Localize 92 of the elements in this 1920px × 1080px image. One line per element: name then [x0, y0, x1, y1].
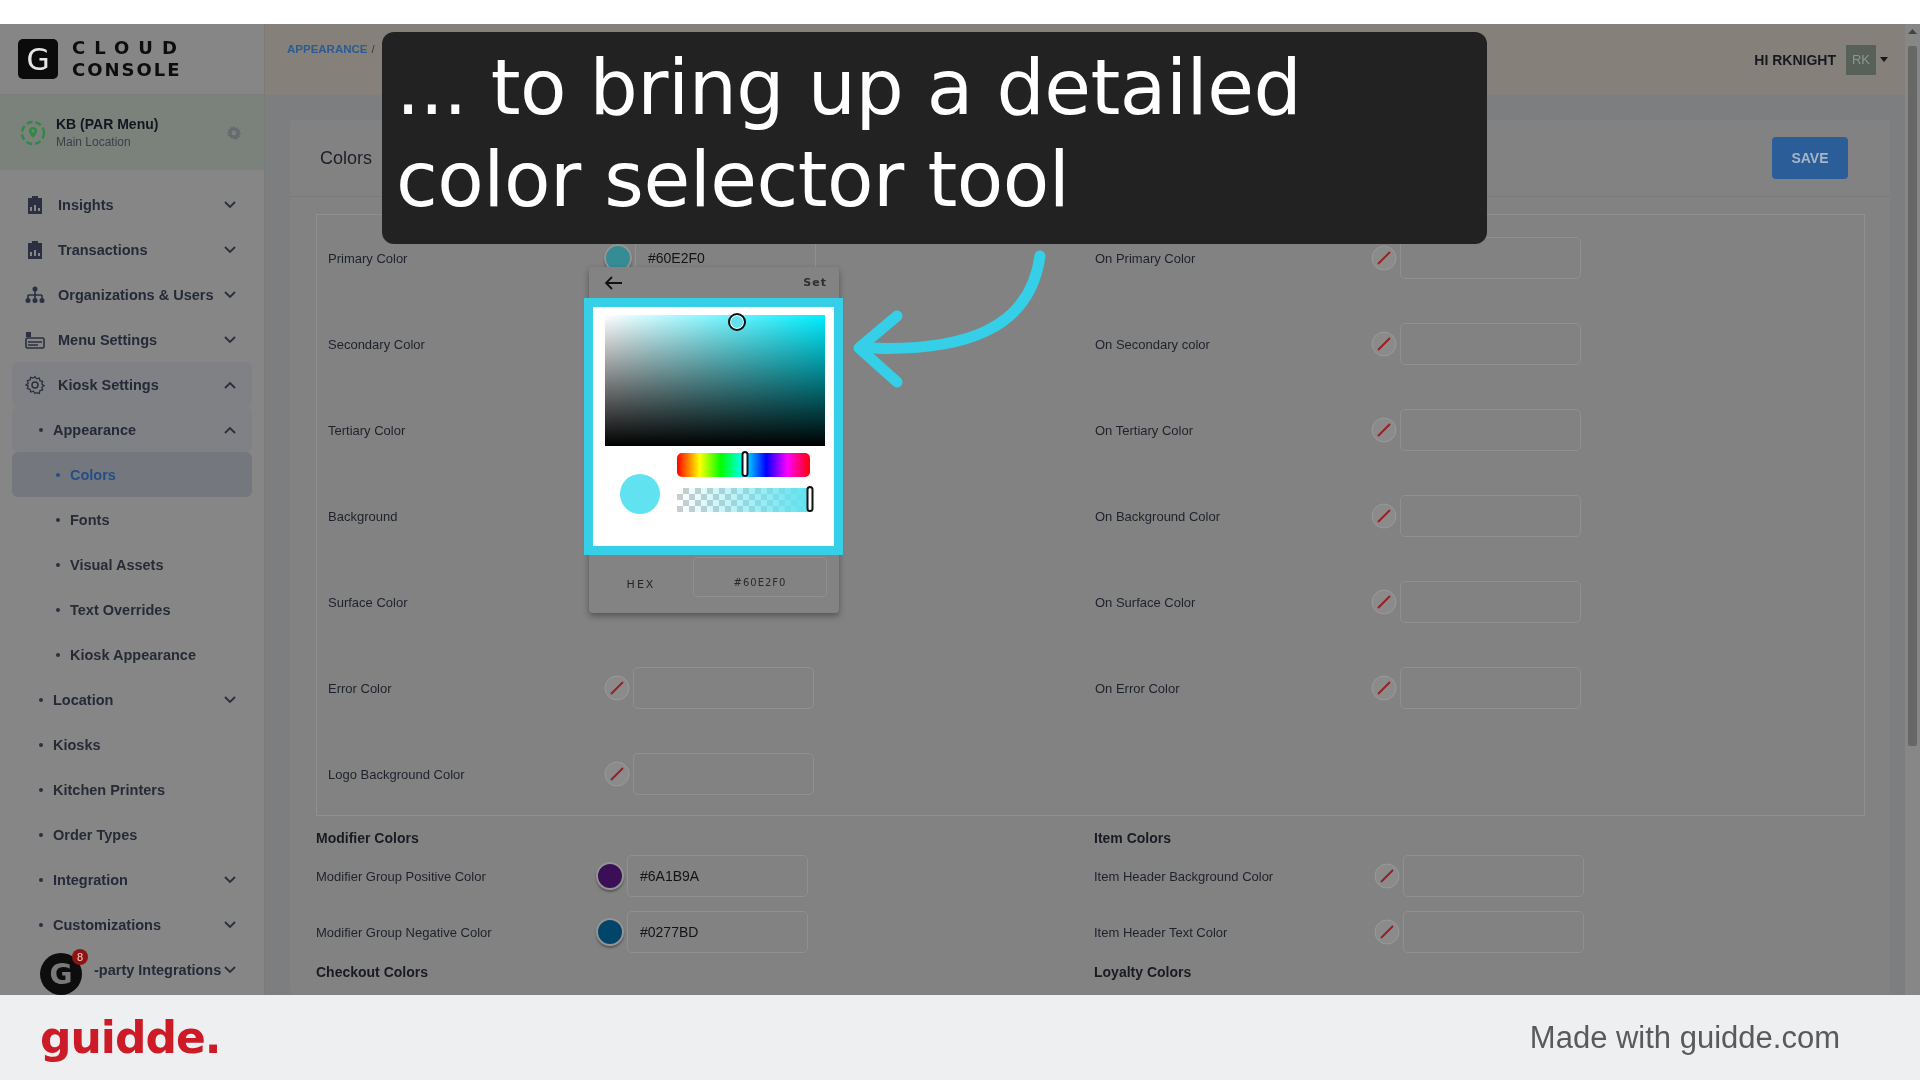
no-color-swatch[interactable]	[1371, 331, 1397, 357]
sidebar-item[interactable]: Kiosk Settings	[12, 362, 252, 407]
breadcrumb-separator: /	[371, 42, 375, 55]
no-color-swatch[interactable]	[1374, 863, 1400, 889]
field-label: Modifier Group Negative Color	[316, 924, 493, 940]
field-label: On Tertiary Color	[1095, 422, 1194, 438]
logo-text: CLOUD	[72, 37, 186, 59]
sidebar-item[interactable]: Transactions	[12, 227, 252, 272]
no-color-swatch[interactable]	[604, 675, 630, 701]
save-button[interactable]: SAVE	[1772, 137, 1848, 179]
field-label: Error Color	[328, 680, 393, 696]
sidebar-item[interactable]: Kitchen Printers	[12, 767, 252, 812]
saturation-plane[interactable]	[605, 315, 825, 446]
report-icon	[26, 194, 44, 215]
field-label: Primary Color	[328, 250, 409, 266]
field-label: Item Header Text Color	[1094, 924, 1229, 940]
slider-thumb[interactable]	[741, 451, 749, 477]
sidebar-item[interactable]: Visual Assets	[12, 542, 252, 587]
bullet-icon	[39, 832, 43, 837]
color-input[interactable]: #0277BD	[627, 911, 808, 953]
no-color-swatch[interactable]	[604, 761, 630, 787]
field-label: On Background Color	[1095, 508, 1221, 524]
sidebar-item[interactable]: Kiosk Appearance	[12, 632, 252, 677]
sidebar-item[interactable]: Customizations	[12, 902, 252, 947]
location-pin-icon	[20, 119, 46, 146]
logo-text: CONSOLE	[72, 59, 183, 81]
section-title: Checkout Colors	[316, 963, 429, 982]
no-color-swatch[interactable]	[1371, 417, 1397, 443]
report-icon	[26, 239, 44, 260]
sidebar-item[interactable]: Organizations & Users	[12, 272, 252, 317]
sidebar-item[interactable]: -party Integrations	[90, 947, 252, 992]
field-label: Item Header Background Color	[1094, 868, 1275, 884]
back-arrow-icon[interactable]	[605, 275, 623, 290]
caret-icon[interactable]	[1880, 57, 1888, 62]
hue-slider[interactable]	[677, 453, 810, 477]
section-title: Loyalty Colors	[1094, 963, 1193, 982]
sidebar-item[interactable]: Fonts	[12, 497, 252, 542]
field-label: On Secondary color	[1095, 336, 1211, 352]
sidebar-item[interactable]: Kiosks	[12, 722, 252, 767]
no-color-swatch[interactable]	[1371, 245, 1397, 271]
no-color-swatch[interactable]	[1374, 919, 1400, 945]
card-icon	[25, 330, 45, 349]
hierarchy-icon	[25, 285, 45, 304]
color-swatch[interactable]	[596, 862, 624, 890]
logo-mark: G	[18, 39, 58, 79]
slider-thumb[interactable]	[806, 486, 814, 512]
sidebar-item[interactable]: Order Types	[12, 812, 252, 857]
section-title: Modifier Colors	[316, 829, 420, 848]
location-subtitle: Main Location	[56, 135, 132, 149]
picker-cursor[interactable]	[728, 313, 746, 331]
section-title: Item Colors	[1094, 829, 1172, 848]
field-label: On Primary Color	[1095, 250, 1197, 266]
field-label: Tertiary Color	[328, 422, 407, 438]
field-label: Modifier Group Positive Color	[316, 868, 487, 884]
bullet-icon	[56, 472, 60, 477]
field-label: Logo Background Color	[328, 766, 466, 782]
bullet-icon	[39, 697, 43, 702]
field-label: Surface Color	[328, 594, 409, 610]
sidebar-item[interactable]: Location	[12, 677, 252, 722]
field-label: On Error Color	[1095, 680, 1181, 696]
user-greeting: HI RKNIGHT	[1754, 51, 1836, 68]
no-color-swatch[interactable]	[1371, 675, 1397, 701]
bullet-icon	[39, 877, 43, 882]
bullet-icon	[56, 607, 60, 612]
color-swatch[interactable]	[596, 918, 624, 946]
footer-note: Made with guidde.com	[1529, 1019, 1840, 1056]
sidebar-item[interactable]: Integration	[12, 857, 252, 902]
set-button[interactable]: Set	[803, 276, 827, 289]
field-label: On Surface Color	[1095, 594, 1197, 610]
hex-label: HEX	[625, 577, 657, 591]
color-input[interactable]: #6A1B9A	[627, 855, 808, 897]
bullet-icon	[56, 562, 60, 567]
sidebar-item[interactable]: Text Overrides	[12, 587, 252, 632]
bullet-icon	[39, 787, 43, 792]
caption-text: ... to bring up a detailed color selector tool	[396, 42, 1303, 226]
hex-input[interactable]: #60E2F0	[693, 557, 827, 597]
brand-logo: guidde.	[40, 1012, 221, 1063]
field-label: Background	[328, 508, 399, 524]
no-color-swatch[interactable]	[1371, 589, 1397, 615]
bullet-icon	[39, 922, 43, 927]
sidebar-item[interactable]: Appearance	[12, 407, 252, 452]
gear-icon	[25, 374, 45, 395]
page-title: Colors	[320, 147, 372, 169]
field-label: Secondary Color	[328, 336, 426, 352]
no-color-swatch[interactable]	[1371, 503, 1397, 529]
bullet-icon	[56, 652, 60, 657]
bullet-icon	[39, 427, 43, 432]
bullet-icon	[56, 517, 60, 522]
location-name: KB (PAR Menu)	[56, 116, 160, 132]
sidebar-item[interactable]: Menu Settings	[12, 317, 252, 362]
bullet-icon	[39, 742, 43, 747]
sidebar-item[interactable]: Insights	[12, 182, 252, 227]
